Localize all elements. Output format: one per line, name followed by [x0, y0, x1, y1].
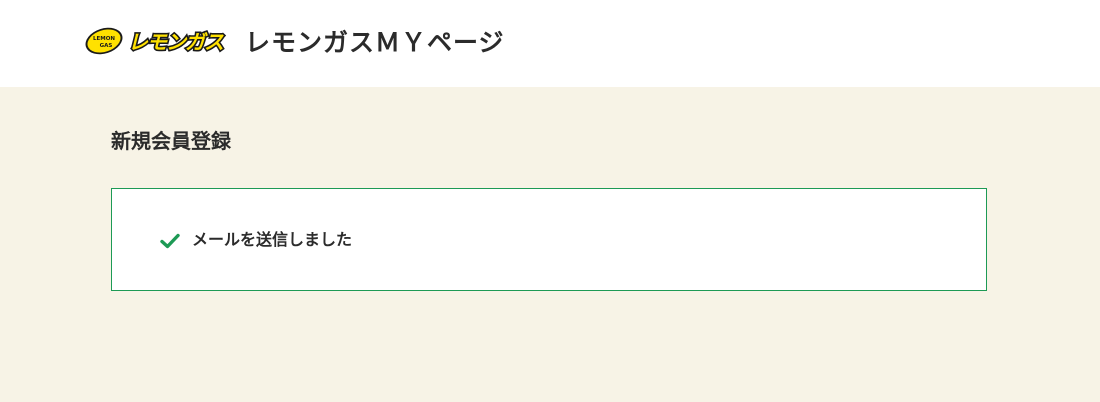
site-header: LEMON GAS レモンガス レモンガスＭＹページ: [0, 0, 1100, 87]
site-title: レモンガスＭＹページ: [245, 28, 505, 57]
page-title: 新規会員登録: [111, 129, 231, 153]
success-message-text: メールを送信しました: [192, 230, 353, 249]
logo-badge-top: LEMON: [93, 36, 115, 42]
success-message-box: メールを送信しました: [111, 188, 987, 291]
logo-wordmark: レモンガス: [128, 30, 224, 54]
lemon-gas-logo[interactable]: LEMON GAS レモンガス: [84, 27, 230, 55]
main-content: 新規会員登録 メールを送信しました: [0, 87, 1100, 402]
lemon-icon: LEMON GAS: [85, 27, 123, 55]
logo-badge-bottom: GAS: [100, 43, 113, 49]
check-icon: [160, 233, 180, 249]
